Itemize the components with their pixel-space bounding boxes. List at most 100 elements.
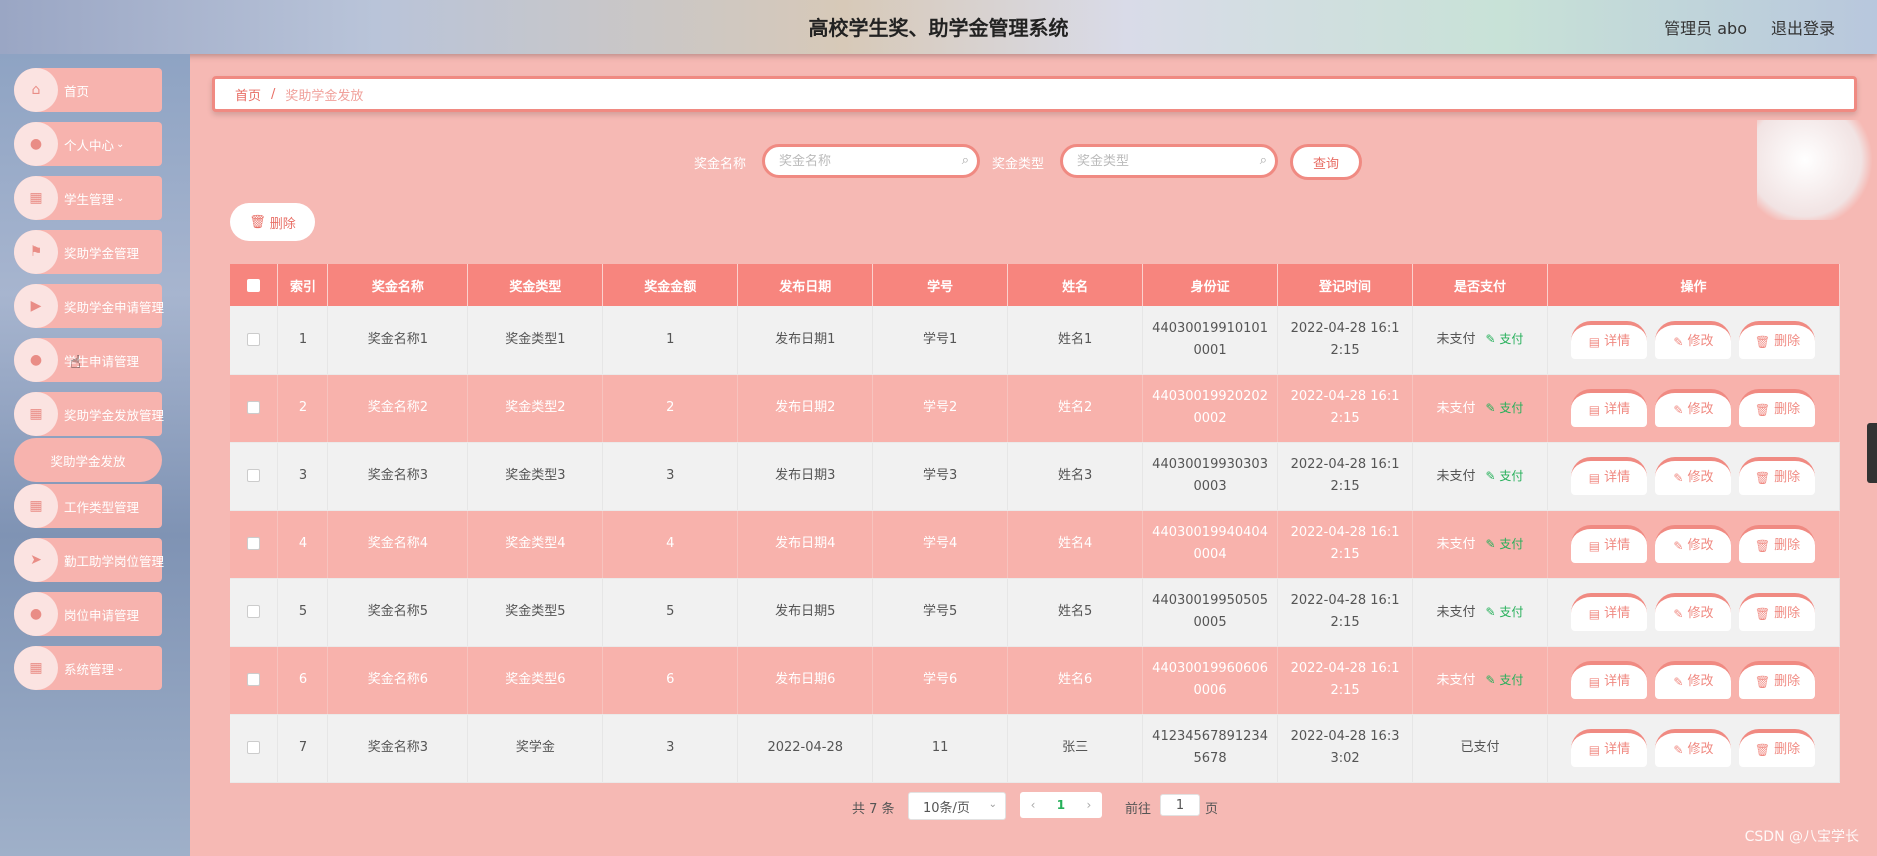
trash-icon: 🗑 bbox=[1754, 539, 1771, 553]
row-checkbox[interactable] bbox=[247, 605, 261, 618]
cell-ops: ▤ 详情 ✎ 修改 🗑 删除 bbox=[1547, 510, 1841, 579]
cell-index: 7 bbox=[277, 714, 329, 783]
pay-link[interactable]: ✎ 支付 bbox=[1486, 469, 1524, 483]
row-checkbox[interactable] bbox=[247, 741, 261, 754]
edit-label: 修改 bbox=[1687, 402, 1714, 417]
cell-name: 奖金名称3 bbox=[327, 442, 469, 511]
pay-link[interactable]: ✎ 支付 bbox=[1486, 605, 1524, 619]
cell-student-name: 姓名3 bbox=[1007, 442, 1144, 511]
app-title: 高校学生奖、助学金管理系统 bbox=[808, 16, 1069, 40]
cell-amount: 6 bbox=[602, 646, 739, 715]
pay-link[interactable]: ✎ 支付 bbox=[1486, 537, 1524, 551]
delete-button[interactable]: 🗑 删除 bbox=[1739, 320, 1816, 359]
select-cell bbox=[230, 306, 279, 375]
cell-register-time: 2022-04-28 16:1 2:15 bbox=[1277, 510, 1414, 579]
sidebar-item-system[interactable]: ▦ 系统管理 ⌄ bbox=[14, 646, 162, 690]
delete-label: 删除 bbox=[1774, 674, 1801, 689]
sidebar-item-home[interactable]: ⌂ 首页 bbox=[14, 68, 162, 112]
prev-page-button[interactable]: ‹ bbox=[1031, 798, 1036, 812]
sidebar-item-scholarship-apply[interactable]: ▶ 奖助学金申请管理 bbox=[14, 284, 164, 328]
grid-icon: ▦ bbox=[14, 646, 58, 690]
delete-button[interactable]: 🗑 删除 bbox=[1739, 593, 1816, 631]
cell-date: 2022-04-28 bbox=[737, 714, 874, 783]
scroll-handle[interactable] bbox=[1867, 423, 1877, 483]
edit-button[interactable]: ✎ 修改 bbox=[1655, 525, 1732, 563]
sidebar-item-workstudy-post[interactable]: ➤ 勤工助学岗位管理 bbox=[14, 538, 164, 582]
row-checkbox[interactable] bbox=[247, 537, 261, 550]
cell-name: 奖金名称4 bbox=[327, 510, 469, 579]
row-checkbox[interactable] bbox=[247, 673, 261, 686]
name-search-input[interactable] bbox=[779, 153, 949, 169]
edit-button[interactable]: ✎ 修改 bbox=[1655, 593, 1732, 631]
goto-page-input[interactable] bbox=[1160, 794, 1200, 816]
sidebar-item-student-apply[interactable]: ● 学生申请管理 bbox=[14, 338, 162, 382]
sidebar-subitem-distribution[interactable]: 奖助学金发放 bbox=[14, 438, 162, 482]
row-actions: ▤ 详情 ✎ 修改 🗑 删除 bbox=[1548, 593, 1839, 631]
edit-button[interactable]: ✎ 修改 bbox=[1655, 389, 1732, 427]
detail-label: 详情 bbox=[1604, 402, 1631, 417]
flag-icon: ⚑ bbox=[14, 230, 58, 274]
sidebar-item-label: 奖助学金发放管理 bbox=[64, 407, 165, 423]
detail-button[interactable]: ▤ 详情 bbox=[1571, 661, 1648, 699]
next-page-button[interactable]: › bbox=[1086, 798, 1091, 812]
cell-id-card: 44030019910101 0001 bbox=[1142, 306, 1279, 375]
column-header: 发布日期 bbox=[737, 264, 874, 306]
column-header: 学号 bbox=[872, 264, 1009, 306]
detail-button[interactable]: ▤ 详情 bbox=[1571, 389, 1648, 427]
register-time-line1: 2022-04-28 16:1 bbox=[1290, 389, 1400, 404]
edit-button[interactable]: ✎ 修改 bbox=[1655, 729, 1732, 767]
edit-button[interactable]: ✎ 修改 bbox=[1655, 457, 1732, 495]
query-button[interactable]: 查询 bbox=[1290, 144, 1362, 180]
breadcrumb-separator: / bbox=[271, 86, 276, 102]
paid-status: 未支付 bbox=[1436, 332, 1476, 348]
pay-link[interactable]: ✎ 支付 bbox=[1486, 332, 1524, 346]
sidebar-item-students[interactable]: ▦ 学生管理 ⌄ bbox=[14, 176, 162, 220]
search-bar: 奖金名称 ⌕ 奖金类型 ⌕ 查询 bbox=[0, 144, 1877, 180]
logout-link[interactable]: 退出登录 bbox=[1771, 15, 1835, 39]
delete-button[interactable]: 🗑 删除 bbox=[1739, 729, 1816, 767]
search-icon: ⌕ bbox=[1259, 153, 1267, 168]
page-number-current[interactable]: 1 bbox=[1057, 798, 1065, 812]
row-actions: ▤ 详情 ✎ 修改 🗑 删除 bbox=[1548, 320, 1839, 359]
cell-paid: 已支付 bbox=[1412, 714, 1548, 783]
batch-delete-button[interactable]: 🗑 删除 bbox=[230, 203, 315, 241]
type-search-input[interactable] bbox=[1077, 153, 1247, 169]
pay-link[interactable]: ✎ 支付 bbox=[1486, 673, 1524, 687]
sidebar-item-post-apply[interactable]: ● 岗位申请管理 bbox=[14, 592, 162, 636]
sidebar-item-distribution[interactable]: ▦ 奖助学金发放管理 bbox=[14, 392, 165, 436]
row-checkbox[interactable] bbox=[247, 401, 261, 414]
cell-name: 奖金名称2 bbox=[327, 374, 469, 443]
row-checkbox[interactable] bbox=[247, 332, 261, 346]
pay-link[interactable]: ✎ 支付 bbox=[1486, 401, 1524, 415]
cell-id-card: 44030019920202 0002 bbox=[1142, 374, 1279, 443]
search-icon: ⌕ bbox=[961, 153, 969, 168]
detail-label: 详情 bbox=[1604, 538, 1631, 553]
delete-button[interactable]: 🗑 删除 bbox=[1739, 661, 1816, 699]
delete-button[interactable]: 🗑 删除 bbox=[1739, 457, 1816, 495]
sidebar-item-work-type[interactable]: ▦ 工作类型管理 bbox=[14, 484, 162, 528]
detail-button[interactable]: ▤ 详情 bbox=[1571, 729, 1648, 767]
sidebar-item-scholarship[interactable]: ⚑ 奖助学金管理 bbox=[14, 230, 162, 274]
cell-paid: 未支付 ✎ 支付 bbox=[1412, 442, 1548, 511]
column-header: 操作 bbox=[1547, 264, 1841, 306]
detail-button[interactable]: ▤ 详情 bbox=[1571, 593, 1648, 631]
edit-label: 修改 bbox=[1687, 674, 1714, 689]
page-size-select[interactable]: 10条/页 ⌄ bbox=[908, 792, 1006, 820]
register-time-line2: 2:15 bbox=[1330, 615, 1360, 630]
cell-student-name: 姓名5 bbox=[1007, 578, 1144, 647]
row-checkbox[interactable] bbox=[247, 469, 261, 482]
edit-button[interactable]: ✎ 修改 bbox=[1655, 320, 1732, 359]
edit-button[interactable]: ✎ 修改 bbox=[1655, 661, 1732, 699]
name-search-box: ⌕ bbox=[762, 144, 980, 178]
delete-button[interactable]: 🗑 删除 bbox=[1739, 525, 1816, 563]
select-all-checkbox[interactable] bbox=[247, 278, 261, 292]
detail-button[interactable]: ▤ 详情 bbox=[1571, 320, 1648, 359]
breadcrumb-home[interactable]: 首页 bbox=[235, 85, 261, 104]
cell-type: 奖金类型6 bbox=[467, 646, 604, 715]
cell-amount: 3 bbox=[602, 714, 739, 783]
chevron-down-icon: ⌄ bbox=[988, 799, 997, 810]
detail-button[interactable]: ▤ 详情 bbox=[1571, 457, 1648, 495]
delete-button[interactable]: 🗑 删除 bbox=[1739, 389, 1816, 427]
chevron-down-icon: ⌄ bbox=[116, 192, 125, 204]
detail-button[interactable]: ▤ 详情 bbox=[1571, 525, 1648, 563]
